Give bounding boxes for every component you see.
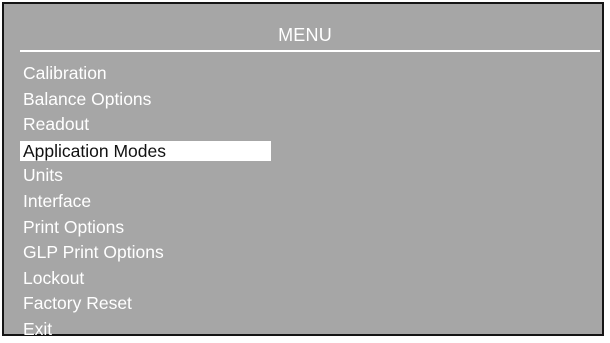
menu-item-glp-print-options[interactable]: GLP Print Options — [20, 240, 271, 266]
menu-list: Calibration Balance Options Readout Appl… — [20, 61, 271, 343]
menu-item-readout[interactable]: Readout — [20, 112, 271, 138]
menu-item-calibration[interactable]: Calibration — [20, 61, 271, 87]
title-divider — [20, 50, 600, 52]
menu-item-print-options[interactable]: Print Options — [20, 215, 271, 241]
menu-item-interface[interactable]: Interface — [20, 189, 271, 215]
menu-item-units[interactable]: Units — [20, 163, 271, 189]
menu-item-exit[interactable]: Exit — [20, 317, 271, 343]
menu-screen: MENU Calibration Balance Options Readout… — [2, 2, 604, 339]
menu-item-lockout[interactable]: Lockout — [20, 266, 271, 292]
menu-item-balance-options[interactable]: Balance Options — [20, 87, 271, 113]
menu-item-application-modes[interactable]: Application Modes — [20, 140, 271, 161]
menu-item-factory-reset[interactable]: Factory Reset — [20, 291, 271, 317]
menu-title: MENU — [278, 25, 332, 45]
